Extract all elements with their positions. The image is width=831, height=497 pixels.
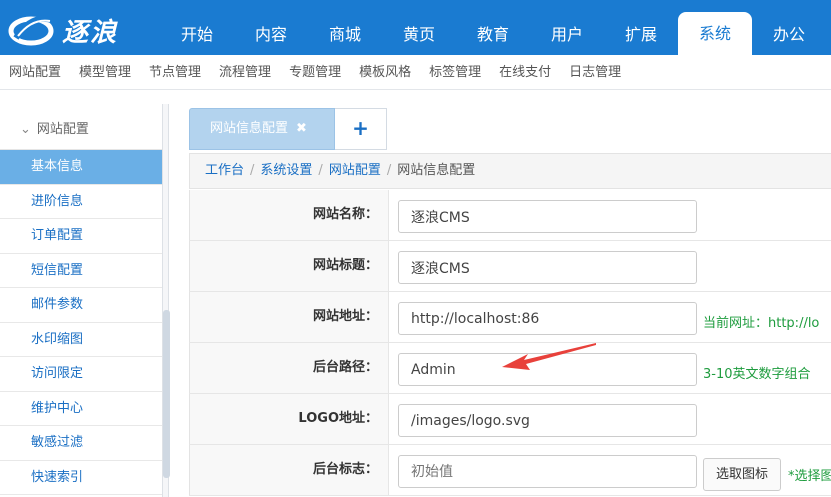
- close-icon[interactable]: ✖: [296, 121, 307, 136]
- tab-site-info-config[interactable]: 网站信息配置 ✖: [189, 108, 335, 150]
- sidebar-item-sms-config[interactable]: 短信配置: [0, 254, 162, 288]
- form-row-admin-logo: 后台标志： 选取图标 *选择图: [189, 445, 831, 496]
- nav-item-office[interactable]: 办公: [752, 0, 826, 55]
- sidebar-splitter-handle[interactable]: [163, 310, 170, 478]
- subnav-flow-manage[interactable]: 流程管理: [210, 55, 280, 91]
- nav-item-content[interactable]: 内容: [234, 0, 308, 55]
- logo-swirl-icon: [8, 15, 54, 46]
- logo-url-label: LOGO地址：: [190, 394, 389, 444]
- nav-item-start[interactable]: 开始: [160, 0, 234, 55]
- subnav-model-manage[interactable]: 模型管理: [70, 55, 140, 91]
- sidebar-section-title: 网站配置: [36, 122, 89, 137]
- site-title-input[interactable]: [398, 251, 697, 284]
- annotation-arrow-icon: [502, 343, 596, 370]
- breadcrumb-separator: /: [318, 163, 323, 178]
- logo-text: 逐浪: [62, 18, 119, 48]
- form-row-site-name: 网站名称：: [189, 190, 831, 241]
- site-name-input[interactable]: [398, 200, 697, 233]
- nav-item-users[interactable]: 用户: [530, 0, 604, 55]
- sub-nav: 网站配置 模型管理 节点管理 流程管理 专题管理 模板风格 标签管理 在线支付 …: [0, 55, 831, 90]
- sidebar: ⌄ 网站配置 基本信息 进阶信息 订单配置 短信配置 邮件参数 水印缩图 访问限定…: [0, 104, 163, 497]
- logo[interactable]: 逐浪: [6, 8, 134, 48]
- subnav-tag-manage[interactable]: 标签管理: [420, 55, 490, 91]
- subnav-site-config[interactable]: 网站配置: [0, 55, 70, 91]
- form-row-site-url: 网站地址： 当前网址：http://lo: [189, 292, 831, 343]
- site-url-hint: 当前网址：http://lo: [703, 316, 820, 331]
- subnav-node-manage[interactable]: 节点管理: [140, 55, 210, 91]
- nav-item-system[interactable]: 系统: [678, 12, 752, 55]
- form-row-site-title: 网站标题：: [189, 241, 831, 292]
- tab-label: 网站信息配置: [210, 121, 289, 136]
- sidebar-item-order-config[interactable]: 订单配置: [0, 219, 162, 254]
- sidebar-item-access-limit[interactable]: 访问限定: [0, 357, 162, 392]
- subnav-online-pay[interactable]: 在线支付: [490, 55, 560, 91]
- sidebar-section-header[interactable]: ⌄ 网站配置: [0, 104, 162, 150]
- subnav-template-style[interactable]: 模板风格: [350, 55, 420, 91]
- subnav-log-manage[interactable]: 日志管理: [560, 55, 630, 91]
- breadcrumb: 工作台 / 系统设置 / 网站配置 / 网站信息配置: [189, 153, 831, 189]
- subnav-topic-manage[interactable]: 专题管理: [280, 55, 350, 91]
- admin-logo-label: 后台标志：: [190, 445, 389, 495]
- form-row-logo-url: LOGO地址：: [189, 394, 831, 445]
- admin-logo-input[interactable]: [398, 455, 697, 488]
- breadcrumb-system-settings[interactable]: 系统设置: [260, 163, 312, 178]
- add-tab-button[interactable]: +: [335, 108, 387, 150]
- nav-item-shop[interactable]: 商城: [308, 0, 382, 55]
- breadcrumb-separator: /: [250, 163, 255, 178]
- breadcrumb-workbench[interactable]: 工作台: [205, 163, 244, 178]
- chevron-down-icon: ⌄: [20, 122, 31, 137]
- breadcrumb-separator: /: [386, 163, 392, 178]
- admin-logo-hint: *选择图: [788, 469, 831, 484]
- site-title-label: 网站标题：: [190, 241, 389, 291]
- site-name-label: 网站名称：: [190, 190, 389, 240]
- breadcrumb-site-config[interactable]: 网站配置: [329, 163, 381, 178]
- main-nav: 开始 内容 商城 黄页 教育 用户 扩展 系统 办公: [160, 0, 826, 55]
- breadcrumb-current: 网站信息配置: [397, 163, 476, 178]
- sidebar-item-quick-index[interactable]: 快速索引: [0, 461, 162, 495]
- sidebar-item-watermark[interactable]: 水印缩图: [0, 323, 162, 357]
- nav-item-yellowpages[interactable]: 黄页: [382, 0, 456, 55]
- nav-item-extensions[interactable]: 扩展: [604, 0, 678, 55]
- sidebar-item-sensitive-filter[interactable]: 敏感过滤: [0, 426, 162, 461]
- top-navbar: 逐浪 开始 内容 商城 黄页 教育 用户 扩展 系统 办公: [0, 0, 831, 55]
- admin-path-hint: 3-10英文数字组合: [703, 367, 811, 382]
- site-url-input[interactable]: [398, 302, 697, 335]
- sidebar-item-advanced-info[interactable]: 进阶信息: [0, 185, 162, 219]
- select-icon-button[interactable]: 选取图标: [703, 458, 781, 491]
- logo-url-input[interactable]: [398, 404, 697, 437]
- sidebar-item-mail-params[interactable]: 邮件参数: [0, 288, 162, 323]
- sidebar-item-maintenance[interactable]: 维护中心: [0, 392, 162, 426]
- tab-bar: 网站信息配置 ✖ +: [189, 108, 387, 150]
- site-url-label: 网站地址：: [190, 292, 389, 342]
- nav-item-education[interactable]: 教育: [456, 0, 530, 55]
- admin-path-label: 后台路径：: [190, 343, 389, 393]
